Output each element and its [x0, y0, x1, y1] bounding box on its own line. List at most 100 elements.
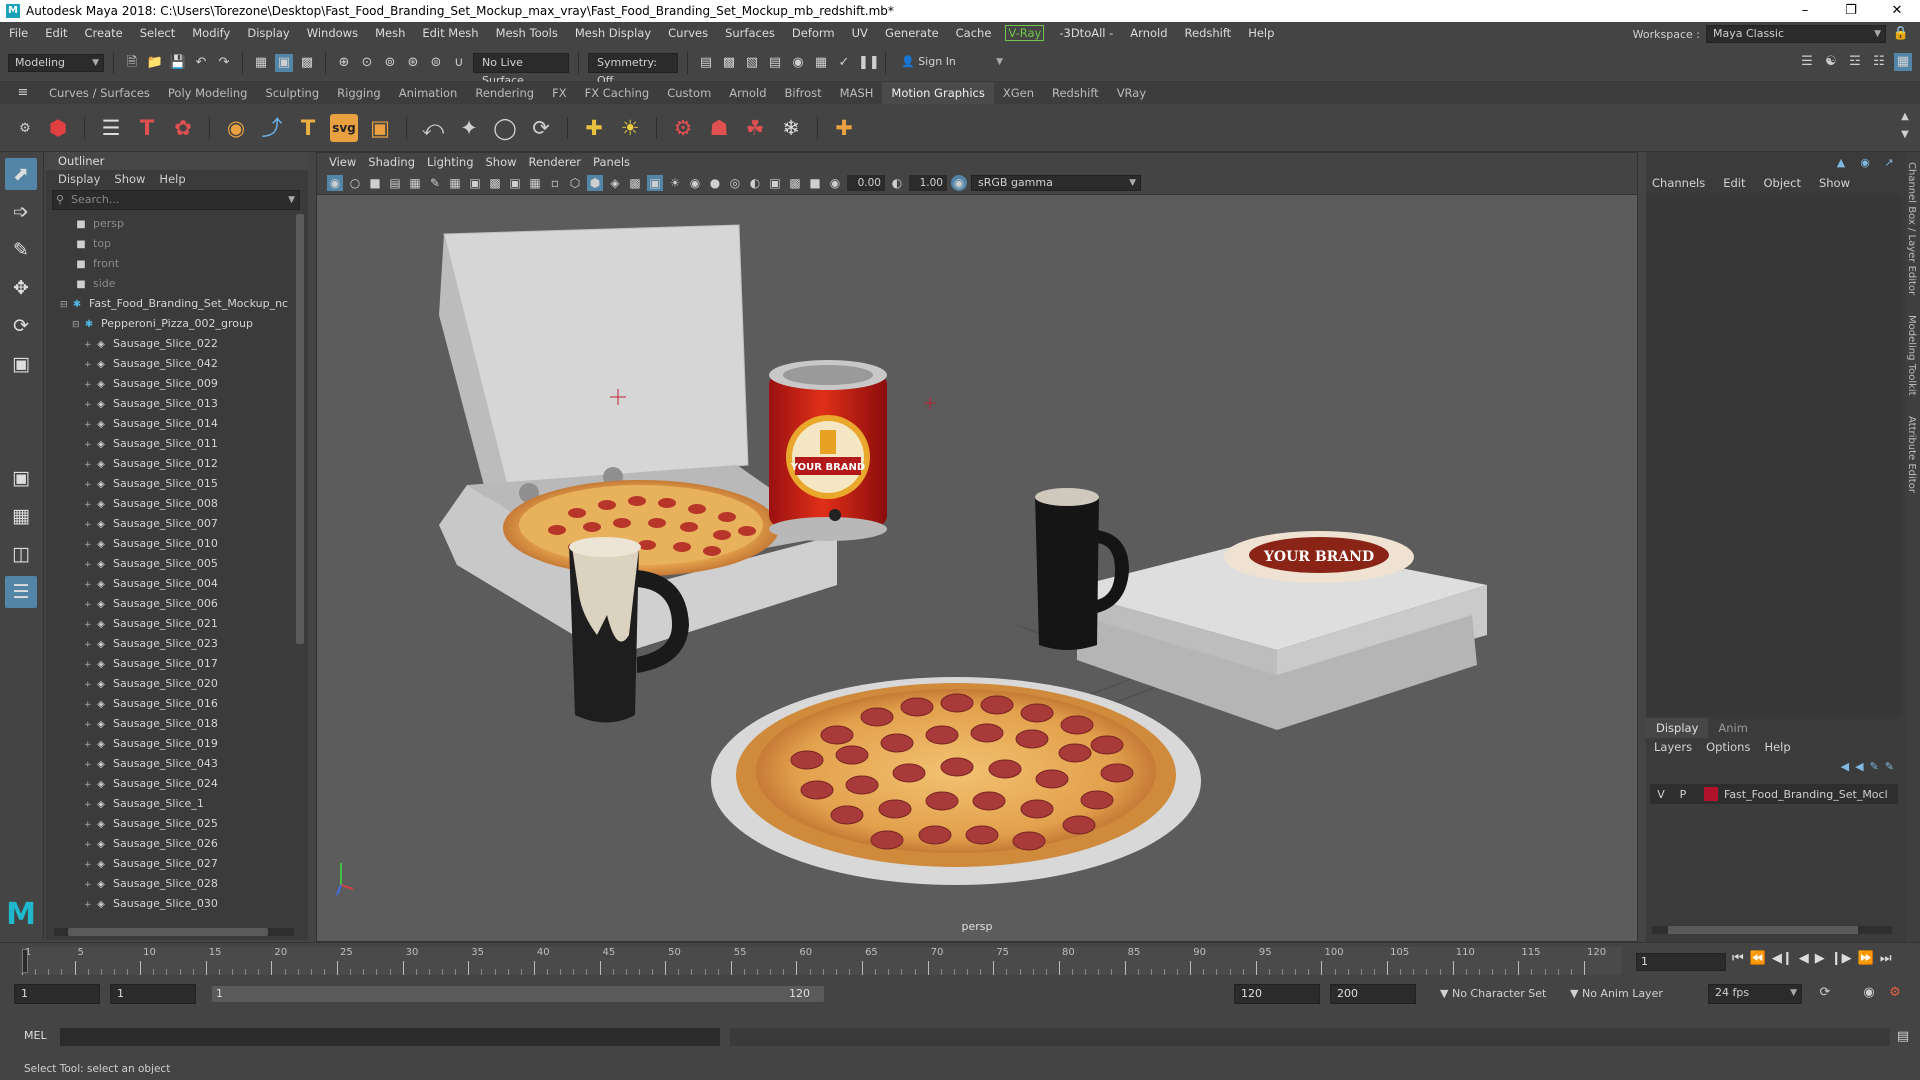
tree-mesh-item[interactable]: + ◈ Sausage_Slice_043 — [46, 754, 296, 774]
tree-mesh-item[interactable]: + ◈ Sausage_Slice_014 — [46, 414, 296, 434]
exposure-icon[interactable]: ◉ — [827, 175, 843, 191]
layer-scroll-thumb[interactable] — [1668, 926, 1858, 934]
textured-icon[interactable]: ▩ — [627, 175, 643, 191]
go-to-start-icon[interactable]: ⏮ — [1732, 951, 1744, 966]
single-view-icon[interactable]: ▣ — [5, 462, 37, 494]
gate-mask-icon[interactable]: ▣ — [507, 175, 523, 191]
layers-menu[interactable]: Layers — [1654, 738, 1692, 756]
color-management-icon[interactable]: ◉ — [951, 174, 967, 191]
render-frame-icon[interactable]: ▩ — [720, 54, 738, 72]
paint-icon[interactable]: ☘ — [741, 114, 769, 142]
tree-camera-top[interactable]: ■ top — [46, 234, 296, 254]
animation-end-field[interactable]: 200 — [1330, 984, 1416, 1004]
animation-start-field[interactable]: 1 — [14, 984, 100, 1004]
side-tab-attribute-editor[interactable]: Attribute Editor — [1906, 416, 1917, 493]
time-ruler[interactable]: 1 5 10 15 20 25 30 35 40 45 50 55 60 65 70 75 80 85 90 95 10… — [20, 947, 1622, 975]
motion-blur-icon[interactable]: ● — [707, 175, 723, 191]
lock-icon[interactable]: 🔒 — [1892, 25, 1910, 43]
viewport-menu-view[interactable]: View — [325, 153, 364, 171]
tab-motion-graphics[interactable]: Motion Graphics — [882, 82, 994, 104]
anti-aliasing-icon[interactable]: ◎ — [727, 175, 743, 191]
expand-icon[interactable]: + — [84, 695, 94, 715]
viewport-menu-lighting[interactable]: Lighting — [423, 153, 481, 171]
tree-mesh-item[interactable]: + ◈ Sausage_Slice_008 — [46, 494, 296, 514]
expand-icon[interactable]: + — [84, 675, 94, 695]
snap-curve-icon[interactable]: ⊙ — [358, 54, 376, 72]
tab-rendering[interactable]: Rendering — [466, 82, 543, 104]
spin-icon[interactable]: ⟳ — [527, 114, 555, 142]
menu-mesh-display[interactable]: Mesh Display — [566, 26, 659, 40]
tree-mesh-item[interactable]: + ◈ Sausage_Slice_007 — [46, 514, 296, 534]
tree-mesh-item[interactable]: + ◈ Sausage_Slice_013 — [46, 394, 296, 414]
four-view-icon[interactable]: ▦ — [5, 500, 37, 532]
viewport-panel[interactable]: View Shading Lighting Show Renderer Pane… — [316, 152, 1638, 942]
ipr-render-icon[interactable]: ▧ — [743, 54, 761, 72]
tree-mesh-item[interactable]: + ◈ Sausage_Slice_021 — [46, 614, 296, 634]
undo-icon[interactable]: ↶ — [192, 54, 210, 72]
render-settings-icon[interactable]: ▤ — [766, 54, 784, 72]
tab-curves-surfaces[interactable]: Curves / Surfaces — [40, 82, 159, 104]
save-scene-icon[interactable]: 💾 — [169, 54, 187, 72]
menu-vray[interactable]: V-Ray — [1005, 25, 1045, 41]
tree-mesh-item[interactable]: + ◈ Sausage_Slice_012 — [46, 454, 296, 474]
manipulator-icon[interactable]: ▲ — [1832, 154, 1850, 172]
color-space-dropdown[interactable]: sRGB gamma ▼ — [971, 174, 1141, 191]
menu-curves[interactable]: Curves — [659, 26, 716, 40]
tab-bifrost[interactable]: Bifrost — [776, 82, 831, 104]
light-icon[interactable]: ☀ — [616, 114, 644, 142]
gear-icon[interactable]: ⚙ — [669, 114, 697, 142]
shadows-icon[interactable]: ☀ — [667, 175, 683, 191]
tab-vray[interactable]: VRay — [1108, 82, 1155, 104]
expand-icon[interactable]: + — [84, 355, 94, 375]
expand-icon[interactable]: + — [84, 775, 94, 795]
snap-surface-icon[interactable]: ⊜ — [427, 54, 445, 72]
tree-mesh-item[interactable]: + ◈ Sausage_Slice_027 — [46, 854, 296, 874]
outliner-hscroll-thumb[interactable] — [68, 928, 268, 936]
tab-display[interactable]: Display — [1646, 718, 1709, 738]
command-input[interactable] — [60, 1028, 720, 1046]
film-gate-icon[interactable]: ▣ — [467, 175, 483, 191]
tree-mesh-item[interactable]: + ◈ Sausage_Slice_004 — [46, 574, 296, 594]
tree-mesh-item[interactable]: + ◈ Sausage_Slice_042 — [46, 354, 296, 374]
layer-scrollbar[interactable] — [1652, 926, 1892, 934]
step-forward-frame-icon[interactable]: ❙▶ — [1831, 951, 1852, 966]
loop-icon[interactable]: ⟳ — [1816, 984, 1834, 1002]
channels-menu[interactable]: Channels — [1652, 172, 1705, 194]
outliner-menu-display[interactable]: Display — [58, 170, 100, 188]
mash-paint-icon[interactable]: ✿ — [169, 114, 197, 142]
mode-dropdown[interactable]: Modeling ▼ — [8, 53, 104, 72]
fps-dropdown[interactable]: 24 fps ▼ — [1708, 984, 1802, 1004]
tab-anim[interactable]: Anim — [1708, 718, 1758, 738]
exposure-field[interactable]: 0.00 — [847, 174, 885, 191]
type-icon[interactable]: T — [294, 114, 322, 142]
sign-in-button[interactable]: 👤 Sign In ▼ — [895, 53, 1007, 72]
wireframe-on-shaded-icon[interactable]: ◈ — [607, 175, 623, 191]
move-layer-up-icon[interactable]: ◀ — [1841, 760, 1849, 773]
pause-render-icon[interactable]: ❚❚ — [858, 54, 880, 72]
playback-start-field[interactable]: 1 — [110, 984, 196, 1004]
symmetry-field[interactable]: Symmetry: Off — [588, 52, 678, 87]
expand-icon[interactable]: + — [84, 735, 94, 755]
layer-playback-toggle[interactable]: P — [1672, 788, 1694, 801]
outliner-search-input[interactable]: ⚲ Search... ▼ — [52, 190, 300, 210]
move-layer-down-icon[interactable]: ◀ — [1855, 760, 1863, 773]
expand-icon[interactable]: + — [84, 655, 94, 675]
workspace-dropdown[interactable]: Maya Classic ▼ — [1706, 25, 1886, 43]
tree-mesh-item[interactable]: + ◈ Sausage_Slice_028 — [46, 874, 296, 894]
isolate-select-icon[interactable]: ▣ — [767, 175, 783, 191]
tab-arnold[interactable]: Arnold — [720, 82, 775, 104]
xray-icon[interactable]: ▩ — [787, 175, 803, 191]
expand-icon[interactable]: + — [84, 535, 94, 555]
expand-icon[interactable]: + — [84, 475, 94, 495]
hypershade-icon[interactable]: ◉ — [789, 54, 807, 72]
expand-icon[interactable]: + — [84, 795, 94, 815]
tab-animation[interactable]: Animation — [390, 82, 467, 104]
menu-surfaces[interactable]: Surfaces — [716, 26, 783, 40]
tree-camera-front[interactable]: ■ front — [46, 254, 296, 274]
script-editor-icon[interactable]: ▤ — [1894, 1028, 1912, 1046]
menu-generate[interactable]: Generate — [876, 26, 947, 40]
expand-icon[interactable]: + — [84, 375, 94, 395]
tree-camera-persp[interactable]: ■ persp — [46, 214, 296, 234]
shelf-settings-icon[interactable]: ⚙ — [16, 120, 34, 138]
dynamics-icon[interactable]: ⤺ — [419, 114, 447, 142]
